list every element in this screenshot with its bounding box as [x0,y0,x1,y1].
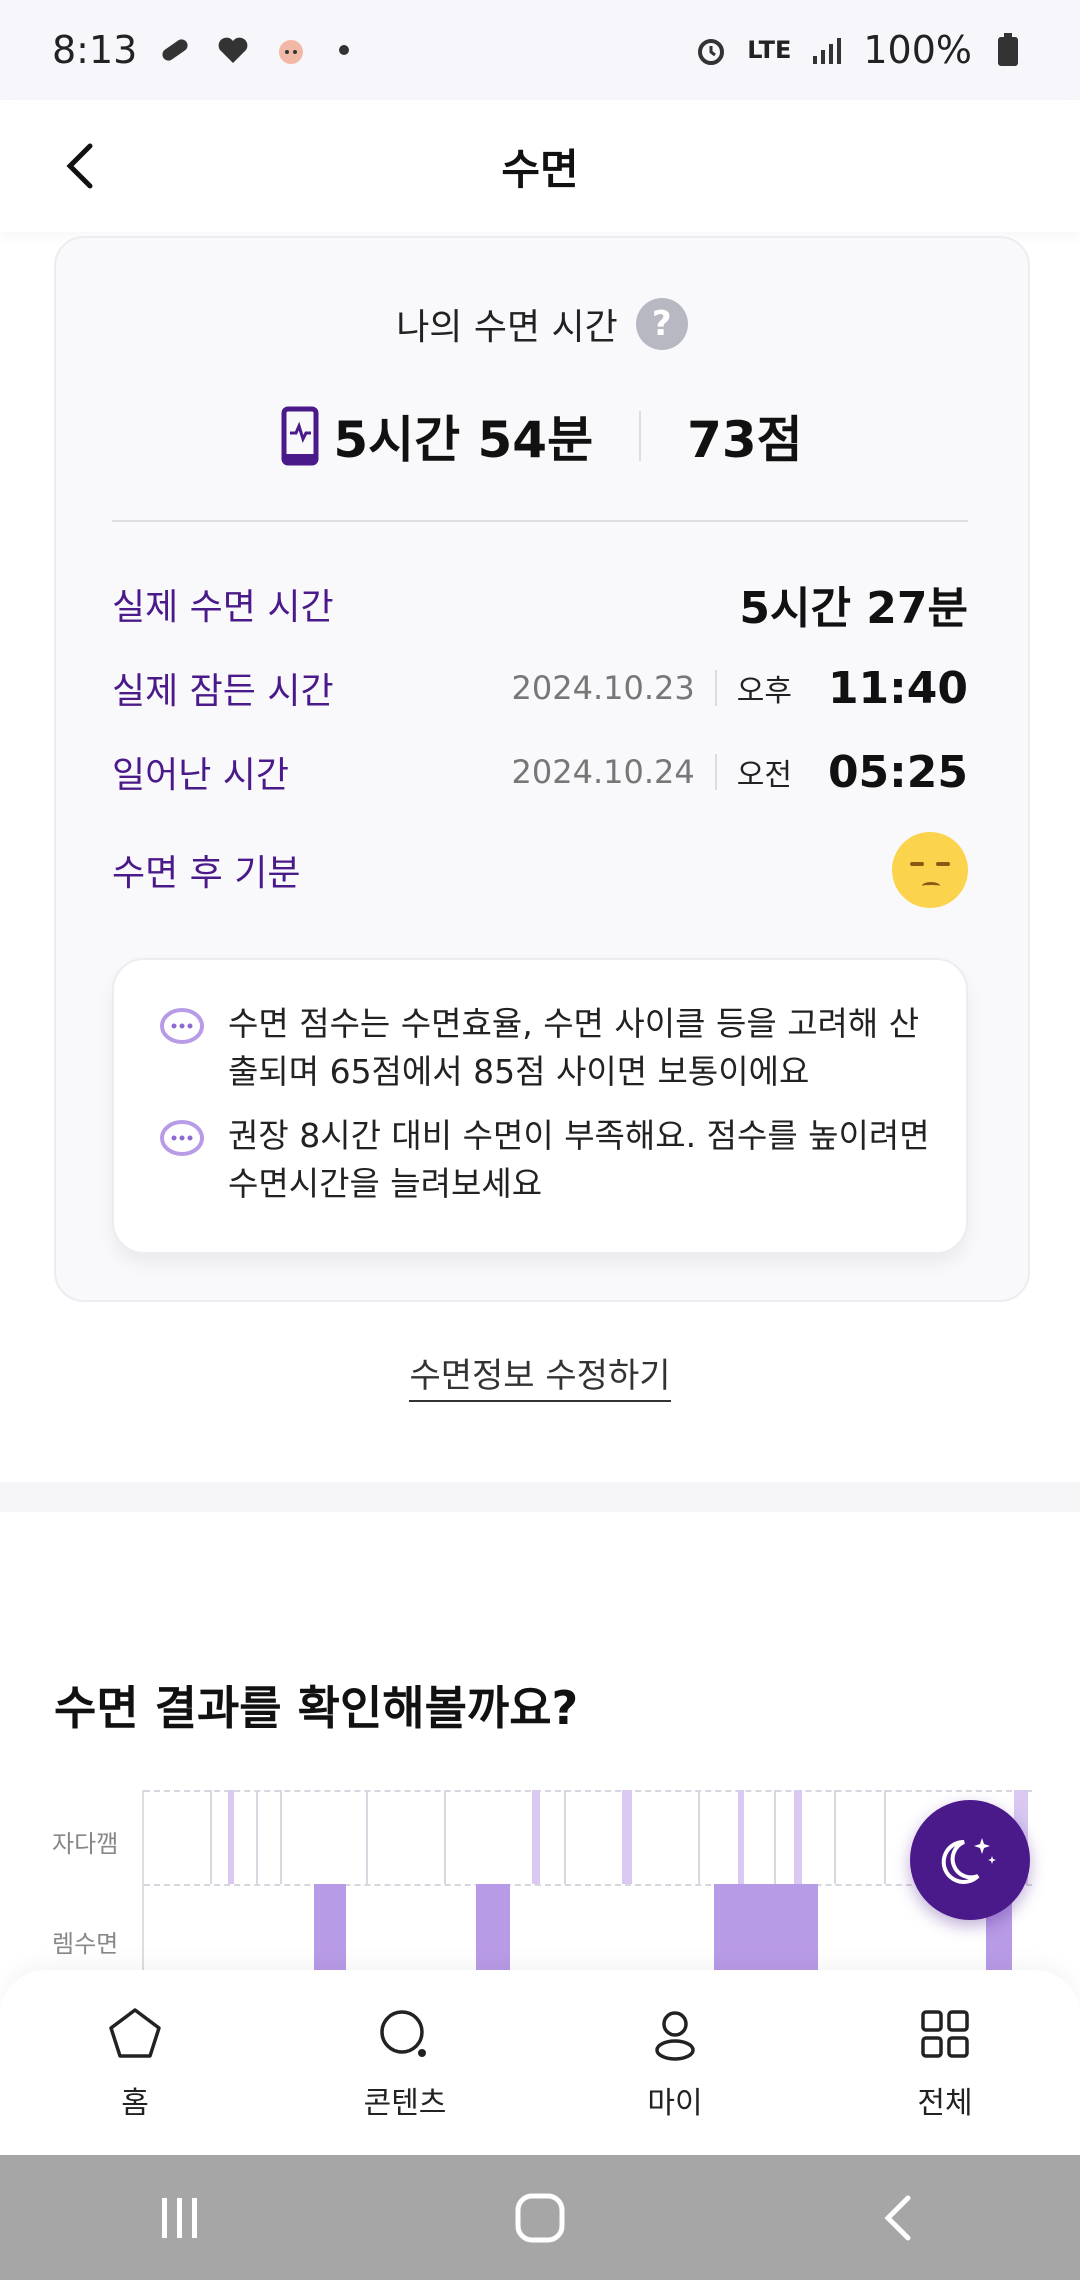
stage-tick [698,1790,700,1884]
tip-item: 권장 8시간 대비 수면이 부족해요. 점수를 높이려면 수면시간을 늘려보세요 [158,1112,938,1208]
scroll-content[interactable]: 나의 수면 시간 ? 5시간 54분 73점 실제 수면 시간 5시간 27분 [0,232,1080,1970]
sleep-summary-card: 나의 수면 시간 ? 5시간 54분 73점 실제 수면 시간 5시간 27분 [54,236,1030,1302]
app-header: 수면 [0,100,1080,232]
tip-text: 수면 점수는 수면효율, 수면 사이클 등을 고려해 산출되며 65점에서 85… [228,1004,920,1091]
stage-tick [256,1790,258,1884]
woke-up-row: 일어난 시간 2024.10.24 오전 05:25 [112,742,968,802]
stage-segment-rem [714,1884,818,1970]
phone-heartbeat-icon [281,406,319,466]
sleep-screen: { "status_bar": { "time": "8:13", "netwo… [0,0,1080,2280]
baby-icon [271,30,311,70]
chat-bubble-icon [160,1120,204,1156]
home-system-button[interactable] [485,2163,595,2273]
actual-sleep-label: 실제 수면 시간 [112,587,334,628]
divider [639,411,642,461]
tip-text: 권장 8시간 대비 수면이 부족해요. 점수를 높이려면 수면시간을 늘려보세요 [228,1116,930,1203]
chevron-left-icon [884,2195,911,2240]
status-bar: 8:13 LTE 100% [0,0,1080,100]
actual-sleep-row: 실제 수면 시간 5시간 27분 [112,574,968,634]
results-title: 수면 결과를 확인해볼까요? [54,1681,579,1735]
fell-asleep-row: 실제 잠든 시간 2024.10.23 오후 11:40 [112,658,968,718]
grid-icon [921,2009,969,2058]
stage-segment-awake [622,1790,632,1884]
stage-tick [210,1790,212,1884]
nav-item-all[interactable]: 전체 [810,1970,1080,2155]
stage-tick [774,1790,776,1884]
mood-label: 수면 후 기분 [112,853,301,894]
total-sleep-duration: 5시간 54분 [333,411,594,469]
grid-line [144,1884,1032,1886]
recent-apps-button[interactable] [125,2163,235,2273]
stage-tick [280,1790,282,1884]
card-title: 나의 수면 시간 [396,307,618,348]
page-title: 수면 [501,144,579,194]
back-button[interactable] [50,136,110,196]
sleep-mode-fab[interactable] [910,1800,1030,1920]
pill-icon [155,30,195,70]
stage-tick [564,1790,566,1884]
moon-stars-icon [941,1838,996,1884]
divider [112,520,968,522]
battery-icon [988,30,1028,70]
stage-segment-awake [738,1790,744,1884]
help-icon[interactable]: ? [635,298,688,350]
chevron-left-icon [66,143,93,189]
nav-label: 콘텐츠 [363,2085,447,2121]
back-system-button[interactable] [845,2163,955,2273]
search-icon [380,2009,426,2057]
woke-up-time: 05:25 [827,746,968,798]
stage-tick [444,1790,446,1884]
nav-label: 마이 [647,2085,703,2121]
stage-tick [884,1790,886,1884]
sleep-score: 73점 [687,411,803,469]
battery-percent: 100% [863,28,972,72]
nav-item-my[interactable]: 마이 [540,1970,810,2155]
divider [714,670,717,706]
divider [714,754,717,790]
stage-segment-rem [476,1884,510,1970]
nav-item-contents[interactable]: 콘텐츠 [270,1970,540,2155]
stage-grid [142,1790,1032,1970]
stage-segment-awake [532,1790,540,1884]
stage-segment-awake [794,1790,802,1884]
recent-apps-icon [162,2197,197,2238]
bottom-nav: 홈 콘텐츠 마이 전체 [0,1970,1080,2155]
nav-label: 전체 [917,2085,973,2121]
stage-segment-rem [314,1884,346,1970]
fell-asleep-time: 11:40 [827,662,968,714]
section-divider [0,1482,1080,1512]
stage-label-rem: 렘수면 [52,1930,119,1958]
woke-up-date: 2024.10.24 [511,753,695,791]
notification-dot-icon [339,45,350,55]
system-nav-bar [0,2155,1080,2280]
tip-item: 수면 점수는 수면효율, 수면 사이클 등을 고려해 산출되며 65점에서 85… [158,1000,938,1096]
nav-item-home[interactable]: 홈 [0,1970,270,2155]
stage-label-awake: 자다깸 [52,1830,119,1858]
alarm-icon [691,30,731,70]
woke-up-ampm: 오전 [736,758,792,793]
fell-asleep-date: 2024.10.23 [511,669,695,707]
chat-bubble-icon [160,1008,204,1044]
home-square-icon [515,2193,565,2242]
nav-label: 홈 [121,2085,149,2121]
stage-tick [366,1790,368,1884]
edit-sleep-info-link[interactable]: 수면정보 수정하기 [409,1356,671,1402]
sleepy-face-icon [892,832,968,908]
actual-sleep-value: 5시간 27분 [739,583,968,634]
home-pentagon-icon [109,2007,161,2058]
mood-row: 수면 후 기분 [112,830,968,910]
signal-icon [807,30,847,70]
sleep-tips-box: 수면 점수는 수면효율, 수면 사이클 등을 고려해 산출되며 65점에서 85… [112,958,968,1254]
edit-sleep-info-row: 수면정보 수정하기 [0,1348,1080,1402]
fell-asleep-ampm: 오후 [736,674,792,709]
stage-tick [834,1790,836,1884]
status-time: 8:13 [52,28,138,72]
person-icon [655,2010,695,2061]
network-type: LTE [747,36,792,64]
stage-segment-awake [228,1790,234,1884]
fell-asleep-label: 실제 잠든 시간 [112,671,334,712]
grid-line [144,1790,1032,1792]
woke-up-label: 일어난 시간 [112,755,290,796]
heart-icon [213,30,253,70]
